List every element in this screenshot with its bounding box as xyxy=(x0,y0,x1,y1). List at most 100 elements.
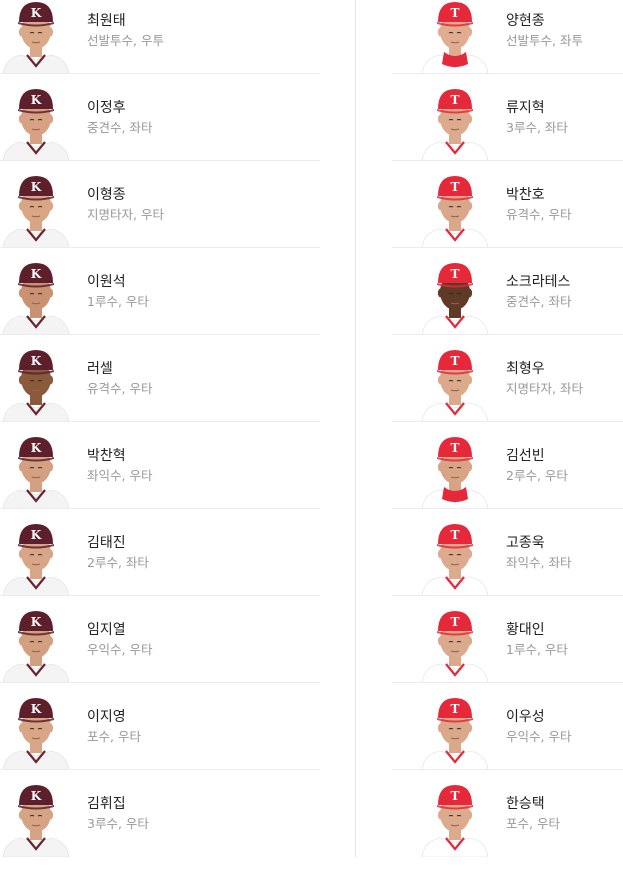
player-name: 고종욱 xyxy=(506,535,545,551)
row-separator xyxy=(392,682,623,683)
row-separator xyxy=(392,247,623,248)
player-position: 선발투수, 우투 xyxy=(87,33,164,48)
player-position: 선발투수, 좌투 xyxy=(506,33,583,48)
column-divider xyxy=(355,0,356,857)
player-name: 이원석 xyxy=(87,274,126,290)
svg-text:T: T xyxy=(451,354,460,368)
player-row[interactable]: K 최원태선발투수, 우투 xyxy=(0,0,320,87)
away-team-lineup: K 최원태선발투수, 우투 K 이정후중견수, 좌타 K 이형종지명타자, 우타 xyxy=(0,0,320,857)
player-photo: T xyxy=(420,522,490,596)
player-row[interactable]: T 류지혁 3루수, 좌타 xyxy=(392,87,623,174)
player-name: 황대인 xyxy=(506,622,545,638)
player-name: 최형우 xyxy=(506,361,545,377)
svg-text:T: T xyxy=(451,789,460,803)
player-photo: K xyxy=(1,348,71,422)
player-name: 최원태 xyxy=(87,13,126,29)
player-row[interactable]: T 소크라테스중견수, 좌타 xyxy=(392,261,623,348)
svg-text:K: K xyxy=(31,615,42,629)
row-separator xyxy=(0,421,320,422)
row-separator xyxy=(0,247,320,248)
player-position: 1루수, 우타 xyxy=(87,294,149,309)
player-row[interactable]: K 박찬혁 좌익수, 우타 xyxy=(0,435,320,522)
player-photo: K xyxy=(1,696,71,770)
svg-text:K: K xyxy=(31,6,42,20)
player-position: 중견수, 좌타 xyxy=(87,120,153,135)
player-photo: T xyxy=(420,435,490,509)
row-separator xyxy=(392,160,623,161)
player-position: 포수, 우타 xyxy=(506,816,560,831)
row-separator xyxy=(392,73,623,74)
player-photo: T xyxy=(420,87,490,161)
player-position: 유격수, 우타 xyxy=(87,381,153,396)
player-row[interactable]: T 김선빈 2루수, 우타 xyxy=(392,435,623,522)
player-position: 중견수, 좌타 xyxy=(506,294,572,309)
player-photo: K xyxy=(1,87,71,161)
player-row[interactable]: K 이원석 1루수, 우타 xyxy=(0,261,320,348)
player-position: 우익수, 우타 xyxy=(87,642,153,657)
player-photo: T xyxy=(420,348,490,422)
player-name: 김태진 xyxy=(87,535,126,551)
svg-text:K: K xyxy=(31,702,42,716)
player-name: 한승택 xyxy=(506,796,545,812)
home-team-lineup: T 양현종선발투수, 좌투 T 류지혁 3루수, 좌타 T 박찬호유격수, 우타 xyxy=(392,0,623,857)
player-row[interactable]: K 김태진 2루수, 좌타 xyxy=(0,522,320,609)
player-position: 1루수, 우타 xyxy=(506,642,568,657)
player-row[interactable]: K 이지영 포수, 우타 xyxy=(0,696,320,783)
lineup-container: K 최원태선발투수, 우투 K 이정후중견수, 좌타 K 이형종지명타자, 우타 xyxy=(0,0,623,857)
svg-text:K: K xyxy=(31,93,42,107)
player-name: 이우성 xyxy=(506,709,545,725)
svg-text:T: T xyxy=(451,267,460,281)
row-separator xyxy=(0,508,320,509)
player-name: 양현종 xyxy=(506,13,545,29)
svg-text:K: K xyxy=(31,528,42,542)
player-position: 3루수, 우타 xyxy=(87,816,149,831)
row-separator xyxy=(392,769,623,770)
player-row[interactable]: K 임지열우익수, 우타 xyxy=(0,609,320,696)
player-row[interactable]: T 황대인 1루수, 우타 xyxy=(392,609,623,696)
row-separator xyxy=(392,421,623,422)
player-row[interactable]: T 양현종선발투수, 좌투 xyxy=(392,0,623,87)
player-position: 유격수, 우타 xyxy=(506,207,572,222)
row-separator xyxy=(392,508,623,509)
row-separator xyxy=(0,769,320,770)
svg-text:T: T xyxy=(451,615,460,629)
player-position: 우익수, 우타 xyxy=(506,729,572,744)
player-name: 박찬호 xyxy=(506,187,545,203)
player-name: 소크라테스 xyxy=(506,274,571,290)
player-position: 좌익수, 우타 xyxy=(87,468,153,483)
svg-text:K: K xyxy=(31,441,42,455)
player-photo: K xyxy=(1,0,71,74)
player-position: 포수, 우타 xyxy=(87,729,141,744)
svg-text:T: T xyxy=(451,180,460,194)
svg-text:K: K xyxy=(31,789,42,803)
player-photo: T xyxy=(420,609,490,683)
player-row[interactable]: K 이정후중견수, 좌타 xyxy=(0,87,320,174)
player-row[interactable]: T 최형우 지명타자, 좌타 xyxy=(392,348,623,435)
player-position: 지명타자, 우타 xyxy=(87,207,164,222)
player-row[interactable]: K 러셀 유격수, 우타 xyxy=(0,348,320,435)
player-row[interactable]: K 이형종지명타자, 우타 xyxy=(0,174,320,261)
player-photo: K xyxy=(1,261,71,335)
player-photo: T xyxy=(420,783,490,857)
svg-text:T: T xyxy=(451,6,460,20)
svg-text:K: K xyxy=(31,267,42,281)
svg-text:T: T xyxy=(451,528,460,542)
player-row[interactable]: T 고종욱좌익수, 좌타 xyxy=(392,522,623,609)
svg-text:T: T xyxy=(451,441,460,455)
row-separator xyxy=(0,682,320,683)
svg-text:K: K xyxy=(31,180,42,194)
player-position: 2루수, 좌타 xyxy=(87,555,149,570)
player-photo: K xyxy=(1,783,71,857)
player-name: 임지열 xyxy=(87,622,126,638)
player-photo: T xyxy=(420,0,490,74)
player-row[interactable]: T 박찬호유격수, 우타 xyxy=(392,174,623,261)
player-name: 이형종 xyxy=(87,187,126,203)
player-name: 이정후 xyxy=(87,100,126,116)
player-photo: T xyxy=(420,696,490,770)
row-separator xyxy=(392,595,623,596)
player-position: 좌익수, 좌타 xyxy=(506,555,572,570)
row-separator xyxy=(0,334,320,335)
player-position: 3루수, 좌타 xyxy=(506,120,568,135)
player-row[interactable]: T 이우성우익수, 우타 xyxy=(392,696,623,783)
player-name: 류지혁 xyxy=(506,100,545,116)
